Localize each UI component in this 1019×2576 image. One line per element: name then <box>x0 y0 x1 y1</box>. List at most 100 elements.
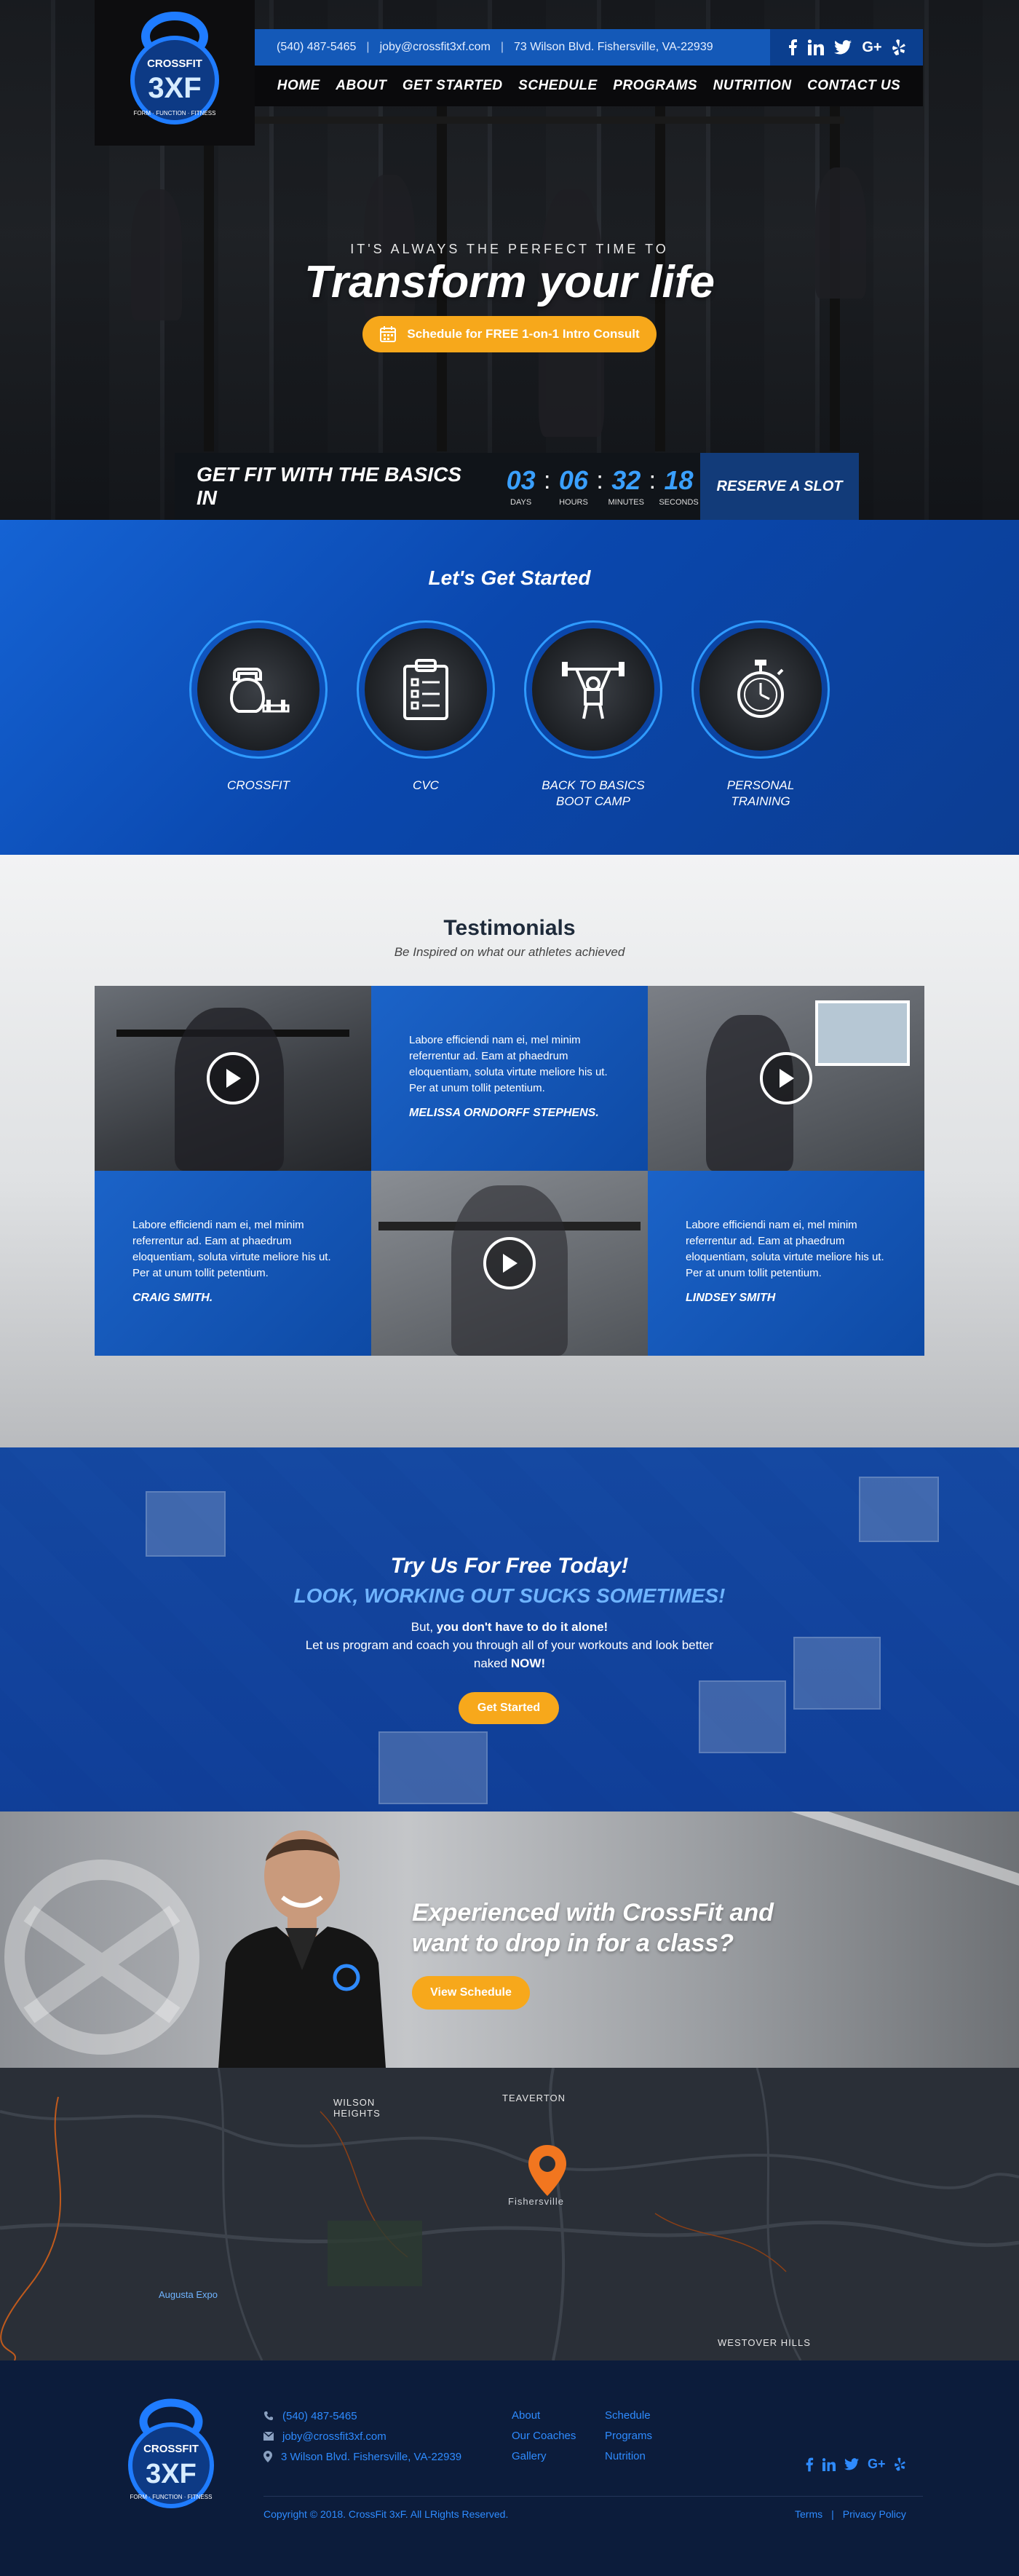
nav-item-about[interactable]: ABOUT <box>336 78 386 94</box>
testimonial-video[interactable] <box>371 1171 648 1356</box>
facebook-icon[interactable] <box>788 39 798 55</box>
try-free-line: But, you don't have to do it alone! <box>291 1618 728 1636</box>
footer-link-about[interactable]: About <box>512 2406 576 2426</box>
linkedin-icon[interactable] <box>822 2457 836 2471</box>
separator: | <box>831 2508 834 2520</box>
footer-link-nutrition[interactable]: Nutrition <box>605 2446 652 2467</box>
program-image <box>691 620 830 759</box>
topbar-email[interactable]: joby@crossfit3xf.com <box>380 41 491 54</box>
map-label-line: WILSON <box>333 2097 376 2108</box>
crossfit-3xf-logo: CROSSFIT 3XF FORM · FUNCTION · FITNESS <box>130 12 219 125</box>
program-cvc[interactable]: CVC <box>357 620 495 794</box>
program-label: BACK TO BASICS BOOT CAMP <box>524 778 662 810</box>
countdown-value: 06 <box>558 465 588 495</box>
weightlifter-icon <box>562 662 625 719</box>
footer-phone[interactable]: (540) 487-5465 <box>263 2406 461 2426</box>
logo-tagline: FORM · FUNCTION · FITNESS <box>130 2494 213 2500</box>
program-personal-training[interactable]: PERSONAL TRAINING <box>691 620 830 810</box>
text: But, <box>411 1620 437 1634</box>
map-pin-icon[interactable] <box>526 2144 569 2197</box>
reserve-slot-button[interactable]: RESERVE A SLOT <box>700 453 859 520</box>
crossfit-3xf-logo: CROSSFIT 3XF FORM · FUNCTION · FITNESS <box>128 2398 214 2508</box>
countdown-colon: : <box>544 466 551 494</box>
testimonial-video[interactable] <box>648 986 924 1171</box>
countdown-caption: MINUTES <box>608 498 644 507</box>
testimonial-text: Labore efficiendi nam ei, mel minim refe… <box>132 1219 331 1279</box>
nav-item-programs[interactable]: PROGRAMS <box>613 78 697 94</box>
location-icon <box>263 2451 272 2462</box>
drop-in-title: Experienced with CrossFit and want to dr… <box>412 1897 820 1959</box>
section-title: Let's Get Started <box>428 566 591 589</box>
location-map[interactable]: WILSON HEIGHTS TEAVERTON Fishersville Au… <box>0 2068 1019 2360</box>
play-button[interactable] <box>760 1052 812 1105</box>
google-plus-icon[interactable]: G+ <box>868 2457 886 2472</box>
countdown-minutes: 32 MINUTES <box>605 466 648 507</box>
footer-link-gallery[interactable]: Gallery <box>512 2446 576 2467</box>
logo[interactable]: CROSSFIT 3XF FORM · FUNCTION · FITNESS <box>95 0 255 146</box>
program-label: PERSONAL TRAINING <box>691 778 830 810</box>
testimonial-video[interactable] <box>95 986 371 1171</box>
countdown-timer: GET FIT WITH THE BASICS IN 03 DAYS : 06 … <box>175 453 700 520</box>
play-icon <box>780 1069 794 1088</box>
play-button[interactable] <box>207 1052 259 1105</box>
topbar-address: 73 Wilson Blvd. Fishersville, VA-22939 <box>514 41 713 53</box>
try-free-line: Let us program and coach you through all… <box>291 1636 728 1672</box>
logo-tagline: FORM · FUNCTION · FITNESS <box>134 110 216 116</box>
copyright: Copyright © 2018. CrossFit 3xF. All LRig… <box>263 2508 509 2520</box>
nav-item-schedule[interactable]: SCHEDULE <box>518 78 598 94</box>
facebook-icon[interactable] <box>805 2457 814 2472</box>
footer-link-programs[interactable]: Programs <box>605 2426 652 2446</box>
plyo-box <box>793 1637 881 1710</box>
footer-divider <box>263 2496 923 2497</box>
main-nav: HOME ABOUT GET STARTED SCHEDULE PROGRAMS… <box>255 66 923 106</box>
kettlebell-icon <box>229 668 290 713</box>
map-label-augusta-expo[interactable]: Augusta Expo <box>159 2289 218 2300</box>
program-boot-camp[interactable]: BACK TO BASICS BOOT CAMP <box>524 620 662 810</box>
linkedin-icon[interactable] <box>808 39 825 55</box>
nav-item-home[interactable]: HOME <box>277 78 320 94</box>
logo-mark: 3XF <box>146 2459 197 2489</box>
window <box>815 1000 910 1066</box>
footer-links-col1: About Our Coaches Gallery <box>512 2406 576 2467</box>
separator: | <box>366 41 370 53</box>
yelp-icon[interactable] <box>894 2457 905 2471</box>
footer-link-our-coaches[interactable]: Our Coaches <box>512 2426 576 2446</box>
coach-photo <box>218 1830 386 2068</box>
twitter-icon[interactable] <box>834 40 852 55</box>
view-schedule-button[interactable]: View Schedule <box>412 1976 530 2010</box>
google-plus-icon[interactable]: G+ <box>862 39 881 56</box>
drop-in-title-line: want to drop in for a class? <box>412 1929 734 1957</box>
footer-address-text: 3 Wilson Blvd. Fishersville, VA-22939 <box>281 2450 462 2463</box>
intro-consult-button[interactable]: Schedule for FREE 1-on-1 Intro Consult <box>362 316 657 352</box>
play-button[interactable] <box>483 1237 536 1289</box>
terms-link[interactable]: Terms <box>795 2508 822 2520</box>
section-subtitle: Be Inspired on what our athletes achieve… <box>394 945 625 959</box>
testimonial-card: Labore efficiendi nam ei, mel minim refe… <box>95 1171 371 1356</box>
twitter-icon[interactable] <box>844 2458 859 2470</box>
nav-item-nutrition[interactable]: NUTRITION <box>713 78 792 94</box>
separator: | <box>500 41 504 53</box>
nav-item-get-started[interactable]: GET STARTED <box>403 78 503 94</box>
topbar-phone[interactable]: (540) 487-5465 <box>277 41 356 54</box>
plyo-box <box>378 1731 488 1804</box>
testimonial-author: LINDSEY SMITH <box>686 1292 776 1304</box>
program-label-line: PERSONAL <box>726 778 795 792</box>
hero-kicker: IT'S ALWAYS THE PERFECT TIME TO <box>350 242 669 256</box>
map-roads <box>0 2068 1019 2360</box>
footer-email[interactable]: joby@crossfit3xf.com <box>263 2426 461 2446</box>
testimonial-card: Labore efficiendi nam ei, mel minim refe… <box>648 1171 924 1356</box>
footer-logo[interactable]: CROSSFIT 3XF FORM · FUNCTION · FITNESS <box>109 2395 233 2522</box>
yelp-icon[interactable] <box>892 39 905 55</box>
hero-title: Transform your life <box>304 257 715 307</box>
try-free-subtitle: LOOK, WORKING OUT SUCKS SOMETIMES! <box>293 1584 726 1607</box>
map-label-teaverton: TEAVERTON <box>502 2093 566 2103</box>
play-icon <box>226 1069 241 1088</box>
footer-link-schedule[interactable]: Schedule <box>605 2406 652 2426</box>
countdown-caption: HOURS <box>559 498 588 507</box>
program-crossfit[interactable]: CROSSFIT <box>189 620 328 794</box>
footer-address: 3 Wilson Blvd. Fishersville, VA-22939 <box>263 2446 461 2467</box>
privacy-policy-link[interactable]: Privacy Policy <box>843 2508 906 2520</box>
phone-icon <box>264 2411 273 2420</box>
nav-item-contact-us[interactable]: CONTACT US <box>807 78 900 94</box>
get-started-button[interactable]: Get Started <box>459 1692 559 1724</box>
